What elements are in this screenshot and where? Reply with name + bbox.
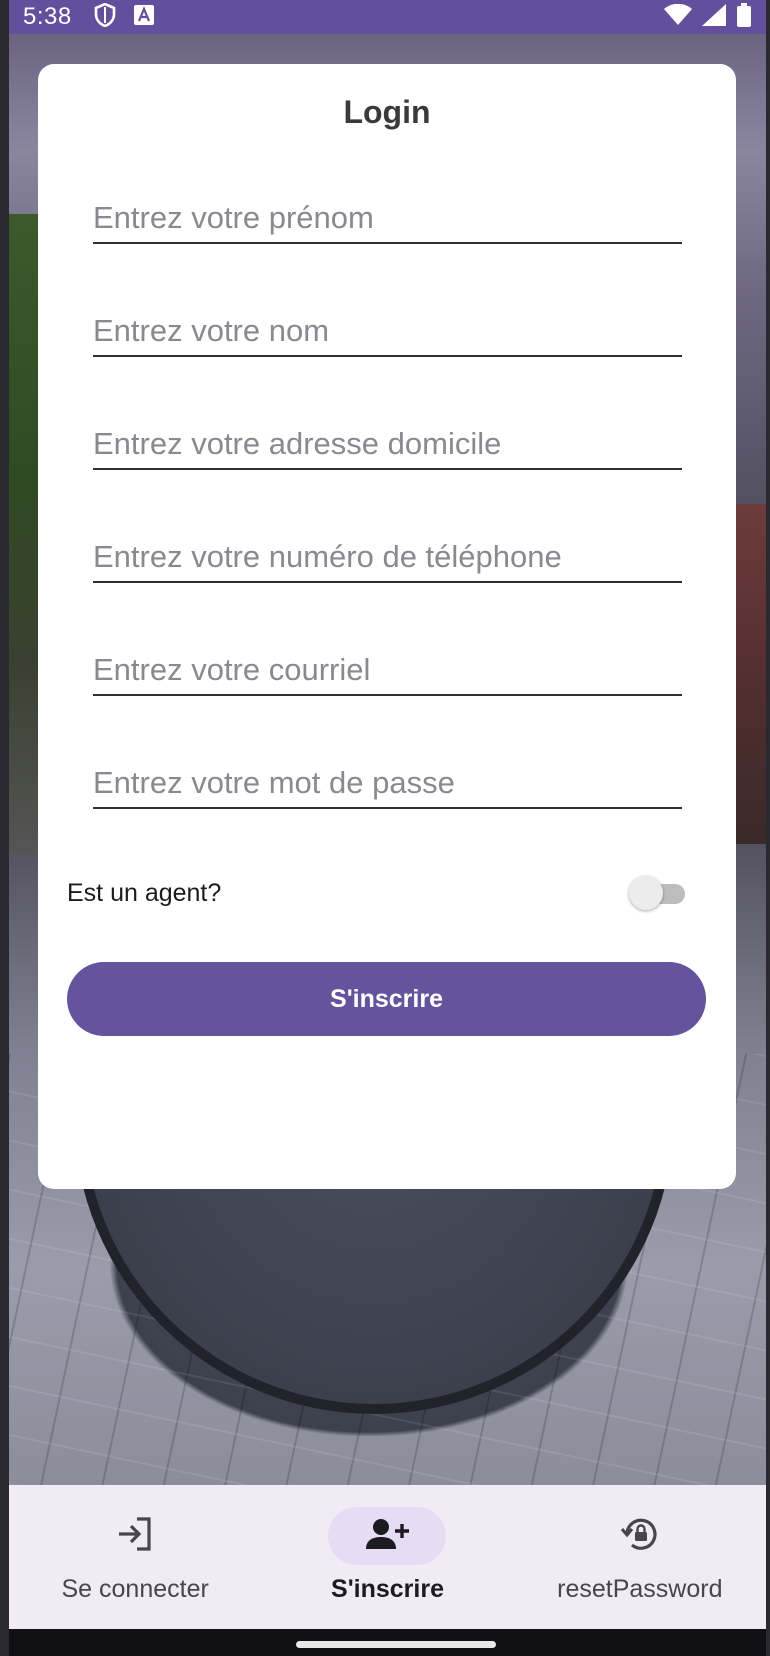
login-icon (115, 1516, 155, 1557)
nav-item-signup[interactable]: S'inscrire (261, 1485, 513, 1629)
nav-icon-container[interactable] (581, 1507, 699, 1565)
address-field[interactable] (93, 410, 682, 470)
status-icons-left (94, 2, 154, 32)
person-add-icon (365, 1518, 410, 1555)
first-name-input[interactable] (93, 184, 682, 242)
bottom-navigation: Se connecter S'inscrire resetPassword (9, 1485, 766, 1629)
battery-icon (736, 2, 752, 32)
address-input[interactable] (93, 410, 682, 468)
phone-input[interactable] (93, 523, 682, 581)
phone-field[interactable] (93, 523, 682, 583)
signup-button[interactable]: S'inscrire (67, 962, 706, 1036)
shield-icon (94, 2, 116, 32)
first-name-field[interactable] (93, 184, 682, 244)
nav-item-login[interactable]: Se connecter (9, 1485, 261, 1629)
lock-reset-icon (620, 1515, 660, 1558)
card-title: Login (343, 94, 431, 130)
device-edge-left (0, 0, 9, 1656)
nav-icon-container-active[interactable] (328, 1507, 447, 1565)
background-building (736, 504, 766, 844)
nav-label-login: Se connecter (61, 1575, 209, 1603)
status-icons-right (664, 2, 752, 32)
last-name-field[interactable] (93, 297, 682, 357)
agent-switch-row: Est un agent? (67, 870, 687, 916)
signal-icon (702, 3, 726, 31)
agent-toggle[interactable] (629, 876, 687, 910)
agent-switch-label: Est un agent? (67, 878, 222, 907)
gesture-navigation-area (9, 1629, 766, 1656)
last-name-input[interactable] (93, 297, 682, 355)
font-a-icon (133, 4, 154, 30)
email-input[interactable] (93, 636, 682, 694)
gesture-handle[interactable] (296, 1641, 496, 1648)
login-card: Login Est un agent? S'inscrire (38, 64, 736, 1189)
status-bar: 5:38 (9, 0, 766, 34)
nav-label-reset-password: resetPassword (557, 1575, 723, 1603)
nav-item-reset-password[interactable]: resetPassword (514, 1485, 766, 1629)
password-input[interactable] (93, 749, 682, 807)
status-time: 5:38 (23, 3, 72, 30)
nav-label-signup: S'inscrire (331, 1575, 444, 1603)
password-field[interactable] (93, 749, 682, 809)
device-edge-right (766, 0, 770, 1656)
nav-icon-container[interactable] (76, 1507, 194, 1565)
email-field[interactable] (93, 636, 682, 696)
agent-toggle-thumb[interactable] (629, 876, 663, 910)
wifi-icon (664, 3, 692, 31)
